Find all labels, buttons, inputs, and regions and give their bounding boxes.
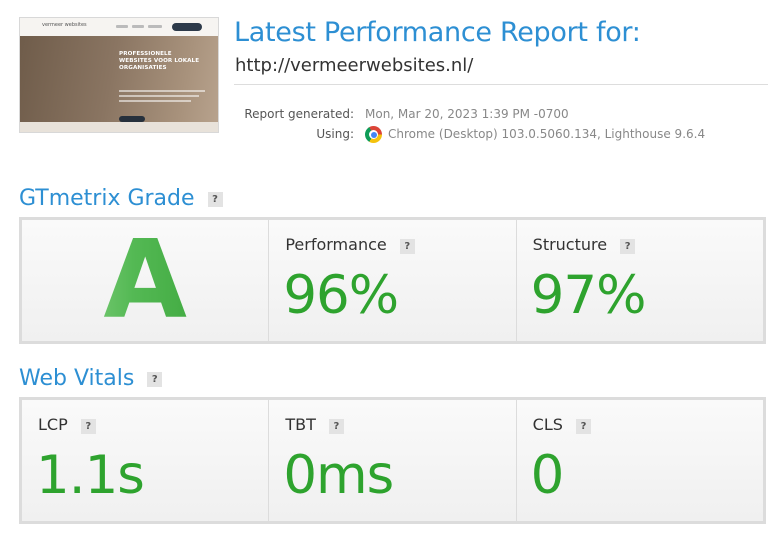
- grade-cell: A: [22, 220, 270, 341]
- tbt-value: 0ms: [283, 445, 394, 506]
- help-icon[interactable]: ?: [207, 191, 223, 207]
- thumbnail-hero-button: [119, 116, 145, 122]
- site-screenshot-thumbnail[interactable]: vermeer websites PROFESSIONELE WEBSITES …: [19, 17, 219, 133]
- cls-label-row: CLS ?: [533, 415, 591, 434]
- structure-value: 97%: [530, 265, 647, 326]
- performance-value: 96%: [283, 265, 399, 326]
- structure-label: Structure: [532, 235, 608, 254]
- performance-label: Performance: [285, 235, 387, 254]
- chrome-icon: [365, 126, 382, 143]
- gtmetrix-grade-panel: A Performance ? 96% Structure ? 97%: [19, 217, 766, 344]
- lcp-cell: LCP ? 1.1s: [22, 400, 270, 521]
- lcp-label: LCP: [38, 415, 68, 434]
- thumbnail-hero-heading: PROFESSIONELE WEBSITES VOOR LOKALE ORGAN…: [119, 51, 200, 71]
- cls-value: 0: [530, 445, 565, 506]
- gtmetrix-grade-title: GTmetrix Grade: [19, 186, 195, 211]
- grade-letter: A: [22, 222, 268, 340]
- web-vitals-title: Web Vitals: [19, 366, 135, 391]
- structure-cell: Structure ? 97%: [516, 220, 763, 341]
- thumbnail-hero-text-line: [119, 95, 199, 97]
- report-generated-value: Mon, Mar 20, 2023 1:39 PM -0700: [365, 107, 569, 121]
- help-icon[interactable]: ?: [328, 419, 344, 434]
- thumbnail-hero-text-line: [119, 100, 191, 102]
- thumbnail-logo: vermeer websites: [42, 22, 87, 28]
- performance-label-row: Performance ?: [285, 235, 415, 254]
- web-vitals-panel: LCP ? 1.1s TBT ? 0ms CLS ? 0: [19, 397, 766, 524]
- help-icon[interactable]: ?: [576, 419, 591, 434]
- cls-label: CLS: [532, 415, 563, 434]
- thumbnail-footer-band: [20, 122, 218, 132]
- lcp-label-row: LCP ?: [38, 415, 96, 434]
- report-generated-label: Report generated:: [244, 107, 354, 121]
- report-url[interactable]: http://vermeerwebsites.nl/: [235, 55, 473, 76]
- report-title: Latest Performance Report for:: [234, 17, 641, 48]
- help-icon[interactable]: ?: [620, 239, 636, 254]
- tbt-cell: TBT ? 0ms: [269, 400, 517, 521]
- lcp-value: 1.1s: [36, 445, 145, 506]
- thumbnail-nav-item: [132, 25, 144, 28]
- performance-cell: Performance ? 96%: [269, 220, 517, 341]
- thumbnail-nav-button: [172, 23, 202, 31]
- help-icon[interactable]: ?: [147, 371, 163, 387]
- help-icon[interactable]: ?: [399, 239, 415, 254]
- tbt-label: TBT: [285, 415, 316, 434]
- structure-label-row: Structure ?: [533, 235, 636, 254]
- thumbnail-hero-text-line: [119, 90, 205, 92]
- tbt-label-row: TBT ?: [285, 415, 344, 434]
- thumbnail-nav-item: [116, 25, 128, 28]
- using-value: Chrome (Desktop) 103.0.5060.134, Lightho…: [388, 127, 706, 141]
- using-label: Using:: [316, 127, 354, 141]
- help-icon[interactable]: ?: [80, 419, 96, 434]
- thumbnail-nav-item: [148, 25, 162, 28]
- header-divider: [234, 84, 768, 85]
- web-vitals-heading: Web Vitals ?: [19, 366, 163, 391]
- cls-cell: CLS ? 0: [516, 400, 763, 521]
- gtmetrix-grade-heading: GTmetrix Grade ?: [19, 186, 223, 211]
